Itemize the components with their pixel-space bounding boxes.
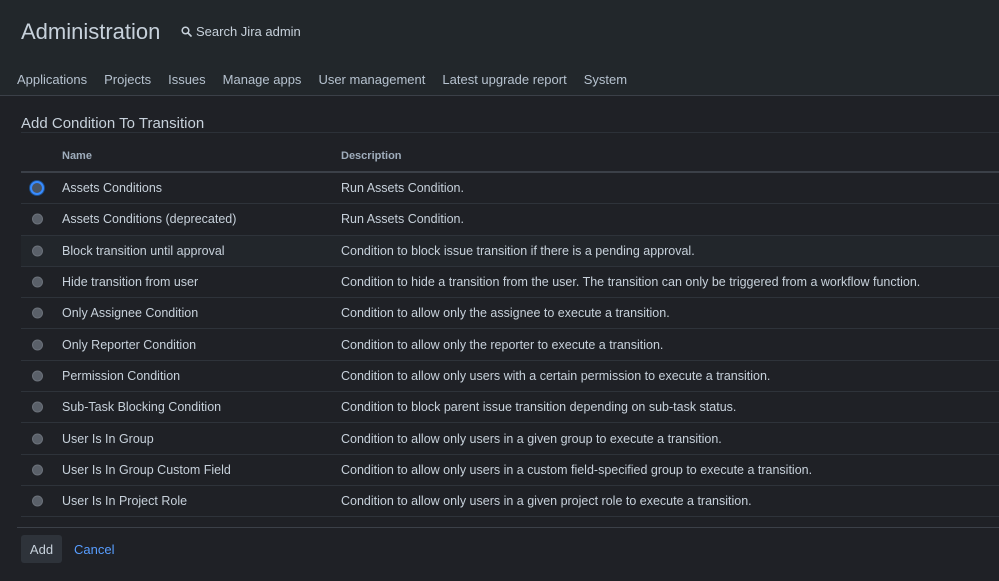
tab-system[interactable]: System: [584, 72, 627, 87]
condition-name: User Is In Group: [62, 431, 154, 446]
admin-header: Administration Search Jira admin Applica…: [0, 0, 999, 96]
condition-description: Condition to block issue transition if t…: [341, 243, 695, 258]
radio-button[interactable]: [32, 401, 43, 413]
condition-description: Condition to allow only users with a cer…: [341, 368, 771, 383]
add-button[interactable]: Add: [21, 535, 62, 563]
divider: [21, 132, 999, 133]
table-row[interactable]: Sub-Task Blocking Condition Condition to…: [21, 392, 999, 424]
condition-name: Only Assignee Condition: [62, 306, 199, 321]
table-row[interactable]: User Is In Project Role Condition to all…: [21, 486, 999, 518]
condition-name: Assets Conditions: [62, 181, 163, 196]
admin-tabs: Applications Projects Issues Manage apps…: [17, 72, 627, 87]
table-row[interactable]: Only Reporter Condition Condition to all…: [21, 329, 999, 361]
condition-name: Assets Conditions (deprecated): [62, 212, 237, 227]
condition-description: Run Assets Condition.: [341, 212, 464, 227]
table-row[interactable]: Assets Conditions Run Assets Condition.: [21, 173, 999, 205]
condition-description: Run Assets Condition.: [341, 181, 464, 196]
search-jira-admin[interactable]: Search Jira admin: [181, 24, 301, 39]
table-row[interactable]: Assets Conditions (deprecated) Run Asset…: [21, 204, 999, 236]
condition-description: Condition to allow only the assignee to …: [341, 306, 670, 321]
section-heading: Add Condition To Transition: [21, 115, 205, 132]
tab-user-management[interactable]: User management: [318, 72, 425, 87]
table-header: Name Description: [21, 141, 999, 173]
divider: [17, 527, 999, 528]
radio-button[interactable]: [30, 181, 44, 196]
tab-projects[interactable]: Projects: [104, 72, 151, 87]
main-content: Add Condition To Transition Name Descrip…: [0, 97, 999, 581]
column-header-name: Name: [62, 150, 92, 162]
radio-button[interactable]: [32, 307, 43, 319]
conditions-table: Name Description Assets Conditions Run A…: [21, 141, 999, 518]
condition-description: Condition to allow only users in a given…: [341, 431, 722, 446]
table-row[interactable]: Hide transition from user Condition to h…: [21, 267, 999, 299]
condition-description: Condition to allow only the reporter to …: [341, 337, 664, 352]
condition-name: Hide transition from user: [62, 275, 199, 290]
condition-name: Only Reporter Condition: [62, 337, 197, 352]
radio-button[interactable]: [32, 213, 43, 225]
tab-issues[interactable]: Issues: [168, 72, 206, 87]
page-title: Administration: [21, 19, 161, 44]
table-row[interactable]: Permission Condition Condition to allow …: [21, 361, 999, 393]
tab-applications[interactable]: Applications: [17, 72, 87, 87]
condition-description: Condition to hide a transition from the …: [341, 275, 921, 290]
radio-button[interactable]: [32, 464, 43, 476]
condition-name: User Is In Project Role: [62, 494, 188, 509]
form-actions: Add Cancel: [21, 535, 114, 563]
radio-button[interactable]: [32, 245, 43, 257]
column-header-description: Description: [341, 150, 402, 162]
table-row[interactable]: User Is In Group Condition to allow only…: [21, 423, 999, 455]
search-icon: [181, 26, 192, 37]
condition-description: Condition to allow only users in a given…: [341, 494, 752, 509]
condition-description: Condition to allow only users in a custo…: [341, 462, 813, 477]
table-row[interactable]: Block transition until approval Conditio…: [21, 235, 999, 267]
radio-button[interactable]: [32, 433, 43, 445]
table-row[interactable]: User Is In Group Custom Field Condition …: [21, 455, 999, 486]
cancel-link[interactable]: Cancel: [74, 542, 114, 557]
radio-button[interactable]: [32, 339, 43, 351]
radio-button[interactable]: [32, 276, 43, 288]
condition-name: Permission Condition: [62, 368, 181, 383]
condition-description: Condition to block parent issue transiti…: [341, 400, 737, 415]
condition-name: Block transition until approval: [62, 243, 225, 258]
radio-button[interactable]: [32, 370, 43, 382]
radio-button[interactable]: [32, 495, 43, 507]
tab-latest-upgrade-report[interactable]: Latest upgrade report: [442, 72, 566, 87]
search-placeholder: Search Jira admin: [196, 24, 301, 39]
condition-name: Sub-Task Blocking Condition: [62, 400, 222, 415]
table-row[interactable]: Only Assignee Condition Condition to all…: [21, 298, 999, 330]
condition-name: User Is In Group Custom Field: [62, 462, 231, 477]
tab-manage-apps[interactable]: Manage apps: [223, 72, 302, 87]
